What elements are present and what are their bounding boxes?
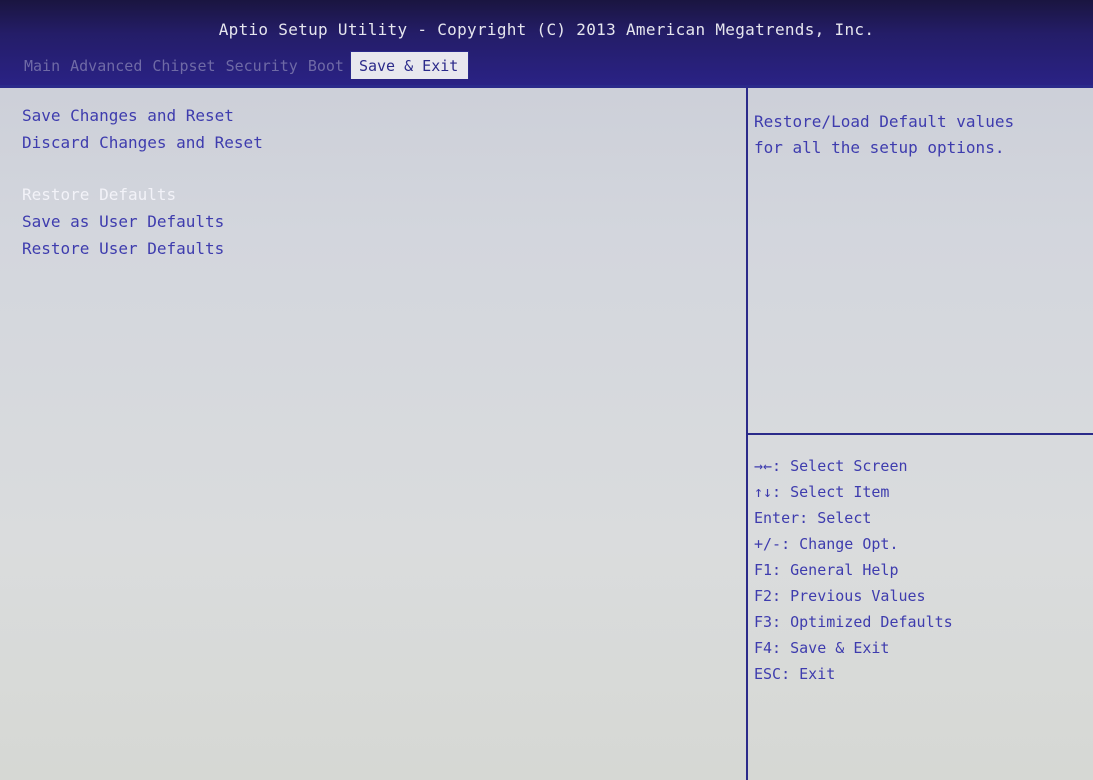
key-select-item: ↑↓: Select Item <box>754 483 890 501</box>
key-legend: →←: Select Screen ↑↓: Select Item Enter:… <box>754 453 1084 687</box>
help-description: Restore/Load Default values for all the … <box>754 109 1084 161</box>
tab-advanced[interactable]: Advanced <box>66 54 148 79</box>
tab-bar: Main Advanced Chipset Security Boot Save… <box>20 51 470 79</box>
help-line: for all the setup options. <box>754 138 1005 157</box>
key-change-opt: +/-: Change Opt. <box>754 535 899 553</box>
tab-main[interactable]: Main <box>20 54 66 79</box>
key-enter-select: Enter: Select <box>754 509 872 527</box>
key-general-help: F1: General Help <box>754 561 899 579</box>
key-save-exit: F4: Save & Exit <box>754 639 890 657</box>
menu-item-save-changes-and-reset[interactable]: Save Changes and Reset <box>22 106 234 126</box>
menu-item-restore-defaults[interactable]: Restore Defaults <box>22 185 176 205</box>
header-bar: Aptio Setup Utility - Copyright (C) 2013… <box>0 0 1093 85</box>
utility-title: Aptio Setup Utility - Copyright (C) 2013… <box>218 20 875 39</box>
tab-boot[interactable]: Boot <box>304 54 350 79</box>
key-optimized-defaults: F3: Optimized Defaults <box>754 613 953 631</box>
key-previous-values: F2: Previous Values <box>754 587 926 605</box>
tab-chipset[interactable]: Chipset <box>148 54 221 79</box>
tab-save-exit[interactable]: Save & Exit <box>349 51 470 79</box>
key-select-screen: →←: Select Screen <box>754 457 908 475</box>
bios-screen: Aptio Setup Utility - Copyright (C) 2013… <box>0 0 1093 780</box>
menu-item-save-as-user-defaults[interactable]: Save as User Defaults <box>22 212 224 232</box>
help-divider <box>748 433 1093 435</box>
menu-item-discard-changes-and-reset[interactable]: Discard Changes and Reset <box>22 133 263 153</box>
key-esc-exit: ESC: Exit <box>754 665 836 683</box>
tab-security[interactable]: Security <box>222 54 304 79</box>
menu-pane: Save Changes and Reset Discard Changes a… <box>0 88 745 780</box>
menu-item-restore-user-defaults[interactable]: Restore User Defaults <box>22 239 224 259</box>
help-line: Restore/Load Default values <box>754 112 1015 131</box>
